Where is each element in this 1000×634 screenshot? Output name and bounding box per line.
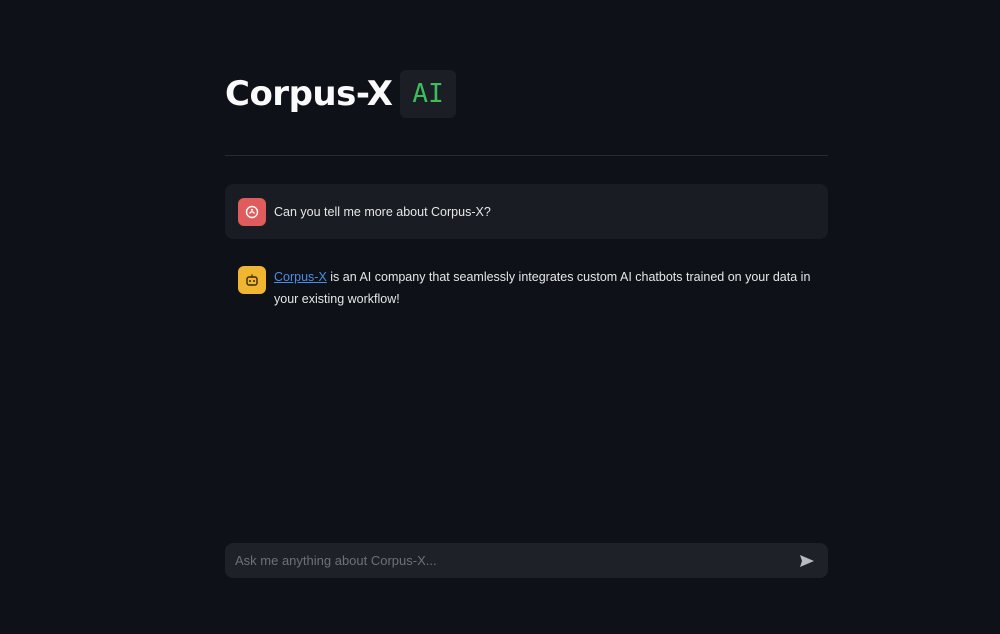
chat-message-user: Can you tell me more about Corpus-X?: [225, 184, 828, 239]
corpus-x-link[interactable]: Corpus-X: [274, 270, 327, 284]
user-avatar-icon: [238, 197, 266, 226]
user-message-text: Can you tell me more about Corpus-X?: [274, 204, 491, 219]
app-root: Corpus-X AI Can you tell me more about C…: [0, 0, 1000, 634]
title-badge: AI: [400, 70, 456, 118]
bot-avatar-icon: [238, 266, 266, 294]
chat-message-assistant: Corpus-X is an AI company that seamlessl…: [225, 265, 828, 310]
chat-input[interactable]: [233, 544, 794, 577]
title-text: Corpus-X: [225, 74, 393, 114]
send-button[interactable]: [794, 548, 820, 574]
page-title: Corpus-X AI: [225, 70, 456, 118]
assistant-message-text: Corpus-X is an AI company that seamlessl…: [274, 265, 816, 310]
divider: [225, 155, 828, 156]
chat-input-bar: [225, 543, 828, 578]
send-icon: [800, 554, 814, 567]
assistant-message-body: is an AI company that seamlessly integra…: [274, 270, 811, 306]
